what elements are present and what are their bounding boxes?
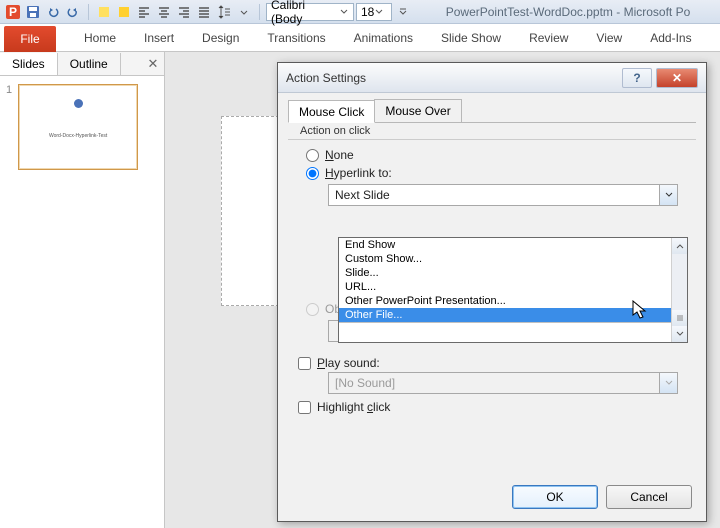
option-none[interactable]: None [306,148,696,162]
tab-mouse-over[interactable]: Mouse Over [374,99,461,122]
quick-access-toolbar: P Calibri (Body 18 [4,3,412,21]
hyperlink-value: Next Slide [329,185,659,205]
chevron-down-icon[interactable] [374,8,384,16]
chevron-down-icon [659,373,677,393]
slides-panel-tabs: Slides Outline ✕ [0,52,164,76]
slide-thumb-row: 1 Word-Docx-Hyperlink-Test [0,76,164,178]
window-title: PowerPointTest-WordDoc.pptm - Microsoft … [412,5,716,19]
font-size-box[interactable]: 18 [356,3,392,21]
help-button[interactable]: ? [622,68,652,88]
highlight-icon[interactable] [95,3,113,21]
tab-mouse-click[interactable]: Mouse Click [288,100,375,123]
hyperlink-combo[interactable]: Next Slide [328,184,678,206]
play-sound-label: Play sound: [317,356,380,370]
align-justify-icon[interactable] [195,3,213,21]
dialog-tabs: Mouse Click Mouse Over [288,99,696,123]
tab-transitions[interactable]: Transitions [253,26,339,51]
scroll-up-icon[interactable] [672,238,687,254]
line-spacing-icon[interactable] [215,3,233,21]
close-button[interactable]: ✕ [656,68,698,88]
dialog-title: Action Settings [286,71,366,85]
chevron-down-icon[interactable] [659,185,677,205]
radio-object-action [306,303,319,316]
radio-none[interactable] [306,149,319,162]
slide-index: 1 [6,84,12,170]
dropdown-item[interactable]: Slide... [339,266,687,280]
font-name-box[interactable]: Calibri (Body [266,3,354,21]
chevron-down-icon[interactable] [339,8,349,16]
slide-caption: Word-Docx-Hyperlink-Test [19,133,137,139]
option-none-label: None [325,148,354,162]
dropdown-item[interactable]: Custom Show... [339,252,687,266]
slides-tab[interactable]: Slides [0,53,58,75]
titlebar: P Calibri (Body 18 PowerPointTest-WordDo… [0,0,720,24]
font-size-value: 18 [361,5,374,19]
dialog-body: Mouse Click Mouse Over Action on click N… [278,93,706,426]
dropdown-item[interactable]: Other PowerPoint Presentation... [339,294,687,308]
play-sound-check[interactable]: Play sound: [298,356,696,370]
group-legend: Action on click [296,125,374,137]
outline-tab[interactable]: Outline [58,53,121,75]
option-hyperlink[interactable]: Hyperlink to: [306,166,696,180]
dialog-titlebar[interactable]: Action Settings ? ✕ [278,63,706,93]
tab-review[interactable]: Review [515,26,582,51]
scroll-track[interactable] [672,254,687,310]
tab-design[interactable]: Design [188,26,253,51]
align-left-icon[interactable] [135,3,153,21]
slide-thumbnail[interactable]: Word-Docx-Hyperlink-Test [18,84,138,170]
tab-view[interactable]: View [582,26,636,51]
radio-hyperlink[interactable] [306,167,319,180]
shape-dot-icon [74,99,83,108]
dropdown-item-selected[interactable]: Other File... [339,308,687,322]
cancel-button[interactable]: Cancel [606,485,692,509]
ok-button[interactable]: OK [512,485,598,509]
scroll-grip-icon[interactable] [672,310,687,326]
app-icon[interactable]: P [4,3,22,21]
align-right-icon[interactable] [175,3,193,21]
align-center-icon[interactable] [155,3,173,21]
sound-value: [No Sound] [329,373,659,393]
save-icon[interactable] [24,3,42,21]
option-hyperlink-label: Hyperlink to: [325,166,392,180]
font-name-value: Calibri (Body [271,0,339,26]
qat-dropdown-icon[interactable] [235,3,253,21]
highlight2-icon[interactable] [115,3,133,21]
checkbox-highlight-click[interactable] [298,401,311,414]
checkbox-play-sound[interactable] [298,357,311,370]
sound-combo: [No Sound] [328,372,678,394]
hyperlink-dropdown-list[interactable]: End Show Custom Show... Slide... URL... … [338,237,688,343]
highlight-click-check[interactable]: Highlight click [298,400,696,414]
tab-animations[interactable]: Animations [340,26,427,51]
redo-icon[interactable] [64,3,82,21]
action-settings-dialog: Action Settings ? ✕ Mouse Click Mouse Ov… [277,62,707,522]
dropdown-item[interactable]: End Show [339,238,687,252]
tab-home[interactable]: Home [70,26,130,51]
highlight-click-label: Highlight click [317,400,390,414]
qat-more-icon[interactable] [394,3,412,21]
ribbon-tabs: File Home Insert Design Transitions Anim… [0,24,720,52]
dropdown-scrollbar[interactable] [671,238,687,342]
undo-icon[interactable] [44,3,62,21]
close-pane-icon[interactable]: ✕ [142,56,164,72]
svg-text:P: P [9,5,17,19]
tab-slide-show[interactable]: Slide Show [427,26,515,51]
dropdown-list: End Show Custom Show... Slide... URL... … [339,238,687,322]
scroll-down-icon[interactable] [672,326,687,342]
dialog-buttons: OK Cancel [512,485,692,509]
slides-panel: Slides Outline ✕ 1 Word-Docx-Hyperlink-T… [0,52,165,528]
action-on-click-group: Action on click None Hyperlink to: Next … [288,131,696,342]
dropdown-input-area[interactable] [339,322,687,342]
dropdown-item[interactable]: URL... [339,280,687,294]
tab-insert[interactable]: Insert [130,26,188,51]
tab-add-ins[interactable]: Add-Ins [636,26,705,51]
file-tab[interactable]: File [4,26,56,52]
